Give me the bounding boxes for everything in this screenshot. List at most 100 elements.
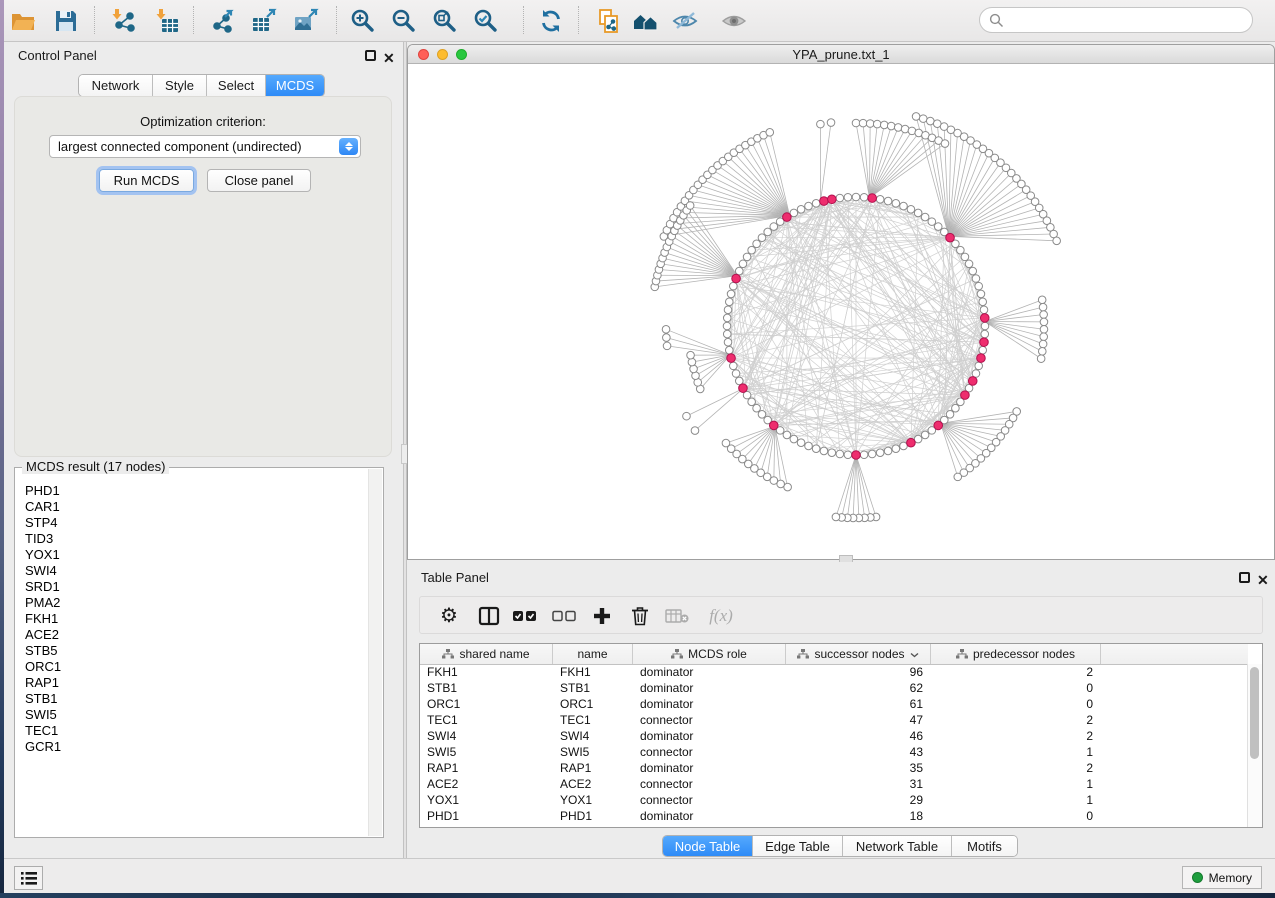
table-panel-float-button[interactable] <box>1239 572 1250 583</box>
cell-predecessor_nodes[interactable]: 2 <box>931 728 1101 744</box>
criterion-select[interactable]: largest connected component (undirected) <box>49 135 361 158</box>
run-mcds-button[interactable]: Run MCDS <box>99 169 194 192</box>
tab-edge-table[interactable]: Edge Table <box>753 836 843 856</box>
control-panel-close-button[interactable]: ✕ <box>383 50 395 68</box>
cell-mcds_role[interactable]: connector <box>633 744 786 760</box>
mcds-result-item[interactable]: GCR1 <box>25 739 368 755</box>
table-row[interactable]: STB1STB1dominator620 <box>420 680 1248 696</box>
cell-shared_name[interactable]: RAP1 <box>420 760 553 776</box>
cell-shared_name[interactable]: TEC1 <box>420 712 553 728</box>
export-network-icon[interactable] <box>206 4 240 38</box>
cell-successor_nodes[interactable]: 31 <box>786 776 931 792</box>
mcds-result-item[interactable]: SWI5 <box>25 707 368 723</box>
control-panel-float-button[interactable] <box>365 50 376 61</box>
mcds-result-scrollbar[interactable] <box>368 469 382 836</box>
zoom-fit-icon[interactable] <box>428 4 462 38</box>
show-all-icon[interactable] <box>717 4 751 38</box>
cell-successor_nodes[interactable]: 96 <box>786 664 931 680</box>
hide-selected-icon[interactable] <box>668 4 702 38</box>
cell-name[interactable]: ORC1 <box>553 696 633 712</box>
mcds-result-item[interactable]: ORC1 <box>25 659 368 675</box>
delete-icon[interactable] <box>625 602 655 630</box>
mcds-result-item[interactable]: YOX1 <box>25 547 368 563</box>
mcds-result-item[interactable]: TEC1 <box>25 723 368 739</box>
tab-node-table[interactable]: Node Table <box>663 836 753 856</box>
cell-successor_nodes[interactable]: 46 <box>786 728 931 744</box>
search-input[interactable] <box>1009 12 1233 29</box>
cell-mcds_role[interactable]: dominator <box>633 728 786 744</box>
column-header-successor_nodes[interactable]: successor nodes <box>786 644 931 664</box>
scrollbar-thumb[interactable] <box>1250 667 1259 759</box>
table-row[interactable]: SWI5SWI5connector431 <box>420 744 1248 760</box>
cell-predecessor_nodes[interactable]: 2 <box>931 664 1101 680</box>
cell-predecessor_nodes[interactable]: 0 <box>931 680 1101 696</box>
import-network-icon[interactable] <box>106 4 140 38</box>
column-header-mcds_role[interactable]: MCDS role <box>633 644 786 664</box>
zoom-selected-icon[interactable] <box>469 4 503 38</box>
mcds-result-item[interactable]: FKH1 <box>25 611 368 627</box>
zoom-out-icon[interactable] <box>387 4 421 38</box>
mcds-result-item[interactable]: STB5 <box>25 643 368 659</box>
table-row[interactable]: SWI4SWI4dominator462 <box>420 728 1248 744</box>
table-row[interactable]: ORC1ORC1dominator610 <box>420 696 1248 712</box>
mcds-result-item[interactable]: PHD1 <box>25 483 368 499</box>
open-file-icon[interactable] <box>6 4 40 38</box>
table-panel-close-button[interactable]: ✕ <box>1257 572 1269 590</box>
save-session-icon[interactable] <box>49 4 83 38</box>
cell-name[interactable]: STB1 <box>553 680 633 696</box>
close-panel-button[interactable]: Close panel <box>207 169 311 192</box>
column-header-name[interactable]: name <box>553 644 633 664</box>
add-row-icon[interactable] <box>587 602 617 630</box>
search-box[interactable] <box>979 7 1253 33</box>
cell-mcds_role[interactable]: dominator <box>633 760 786 776</box>
tab-network[interactable]: Network <box>79 75 153 96</box>
cell-successor_nodes[interactable]: 61 <box>786 696 931 712</box>
cell-mcds_role[interactable]: connector <box>633 712 786 728</box>
column-header-shared_name[interactable]: shared name <box>420 644 553 664</box>
cell-shared_name[interactable]: FKH1 <box>420 664 553 680</box>
cell-successor_nodes[interactable]: 35 <box>786 760 931 776</box>
mcds-result-item[interactable]: STB1 <box>25 691 368 707</box>
cell-name[interactable]: ACE2 <box>553 776 633 792</box>
cell-shared_name[interactable]: SWI4 <box>420 728 553 744</box>
cell-mcds_role[interactable]: connector <box>633 792 786 808</box>
tab-network-table[interactable]: Network Table <box>843 836 952 856</box>
column-header-predecessor_nodes[interactable]: predecessor nodes <box>931 644 1101 664</box>
settings-gear-icon[interactable]: ⚙ <box>434 602 464 630</box>
mcds-result-list[interactable]: PHD1CAR1STP4TID3YOX1SWI4SRD1PMA2FKH1ACE2… <box>16 469 368 836</box>
cell-mcds_role[interactable]: dominator <box>633 808 786 824</box>
mcds-result-item[interactable]: ACE2 <box>25 627 368 643</box>
table-row[interactable]: ACE2ACE2connector311 <box>420 776 1248 792</box>
cell-successor_nodes[interactable]: 29 <box>786 792 931 808</box>
cell-predecessor_nodes[interactable]: 1 <box>931 744 1101 760</box>
mcds-result-item[interactable]: CAR1 <box>25 499 368 515</box>
mcds-result-item[interactable]: TID3 <box>25 531 368 547</box>
cell-predecessor_nodes[interactable]: 2 <box>931 760 1101 776</box>
cell-predecessor_nodes[interactable]: 2 <box>931 712 1101 728</box>
mcds-result-item[interactable]: RAP1 <box>25 675 368 691</box>
table-row[interactable]: TEC1TEC1connector472 <box>420 712 1248 728</box>
first-neighbors-icon[interactable] <box>630 4 664 38</box>
mcds-result-item[interactable]: PMA2 <box>25 595 368 611</box>
cell-name[interactable]: SWI5 <box>553 744 633 760</box>
table-row[interactable]: PHD1PHD1dominator180 <box>420 808 1248 824</box>
cell-shared_name[interactable]: ACE2 <box>420 776 553 792</box>
cell-successor_nodes[interactable]: 47 <box>786 712 931 728</box>
mcds-result-item[interactable]: STP4 <box>25 515 368 531</box>
deselect-all-icon[interactable] <box>549 602 579 630</box>
cell-name[interactable]: TEC1 <box>553 712 633 728</box>
export-image-icon[interactable] <box>289 4 323 38</box>
cell-predecessor_nodes[interactable]: 1 <box>931 792 1101 808</box>
cell-shared_name[interactable]: ORC1 <box>420 696 553 712</box>
table-row[interactable]: YOX1YOX1connector291 <box>420 792 1248 808</box>
cell-mcds_role[interactable]: dominator <box>633 664 786 680</box>
cell-shared_name[interactable]: PHD1 <box>420 808 553 824</box>
network-canvas[interactable] <box>408 64 1274 559</box>
table-scrollbar[interactable] <box>1247 664 1262 827</box>
table-row[interactable]: RAP1RAP1dominator352 <box>420 760 1248 776</box>
cell-mcds_role[interactable]: connector <box>633 776 786 792</box>
cell-shared_name[interactable]: YOX1 <box>420 792 553 808</box>
cell-name[interactable]: RAP1 <box>553 760 633 776</box>
tab-motifs[interactable]: Motifs <box>952 836 1017 856</box>
tab-style[interactable]: Style <box>153 75 207 96</box>
